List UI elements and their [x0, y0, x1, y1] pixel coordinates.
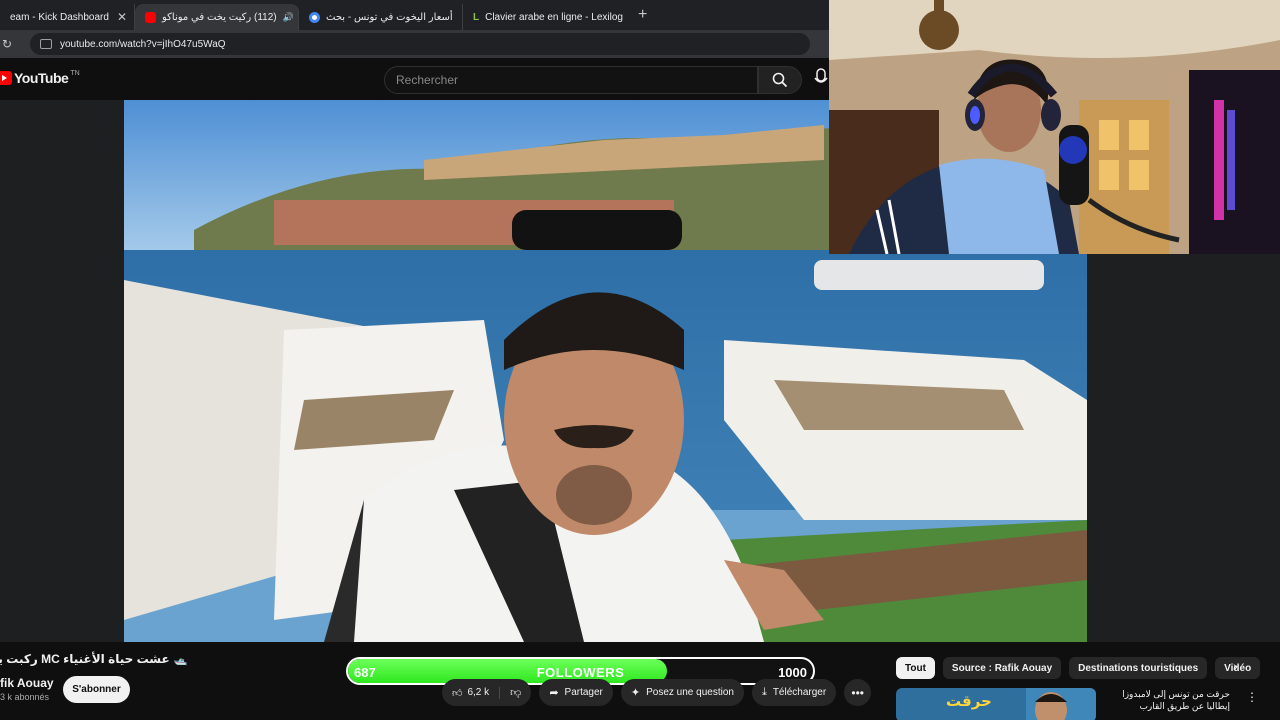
close-icon[interactable]: ✕	[109, 10, 127, 24]
google-favicon-icon	[309, 11, 320, 23]
subscriber-count: 3 k abonnés	[0, 692, 50, 702]
followers-goal: 1000	[778, 665, 807, 680]
tab-youtube-video[interactable]: (112) رکیت یخت في موناكو 🔊 ✕	[135, 4, 299, 30]
download-icon: ⤓	[761, 686, 767, 698]
recommended-video-title[interactable]: حرقت من تونس إلى لامبدوزا إيطاليا عن طري…	[1100, 688, 1230, 712]
followers-current: 687	[354, 665, 376, 680]
youtube-favicon-icon	[145, 11, 156, 23]
ask-question-label: Posez une question	[646, 687, 734, 698]
webcam-image	[829, 0, 1280, 254]
chip-source[interactable]: Source : Rafik Aouay	[942, 657, 1062, 679]
youtube-play-logo-icon	[0, 71, 12, 85]
channel-name[interactable]: fik Aouay	[0, 676, 54, 690]
like-dislike-group: 👍︎ 6,2 k 👎︎	[442, 679, 532, 706]
new-tab-button[interactable]: +	[638, 6, 647, 24]
site-settings-icon[interactable]	[40, 39, 52, 49]
tab-google-search[interactable]: أسعار اليخوت في تونس - بحث ✕	[299, 4, 463, 30]
player-background-right	[1087, 254, 1280, 642]
like-count: 6,2 k	[467, 687, 490, 698]
url-field[interactable]: youtube.com/watch?v=jIhO47u5WaQ	[30, 33, 810, 55]
subscribe-button[interactable]: S'abonner	[63, 676, 130, 703]
share-label: Partager	[564, 687, 603, 698]
tab-lexilog[interactable]: L Clavier arabe en ligne - Lexilog ✕	[463, 4, 628, 30]
chip-destinations[interactable]: Destinations touristiques	[1069, 657, 1208, 679]
close-icon[interactable]: ✕	[453, 10, 462, 24]
thumbnail-image	[1026, 688, 1096, 720]
share-button[interactable]: ➦ Partager	[539, 679, 613, 706]
close-icon[interactable]: ✕	[623, 10, 628, 24]
youtube-logo-text: YouTube	[14, 70, 69, 86]
reload-icon[interactable]: ↻	[2, 37, 18, 51]
video-title: 🛥️ عشت حياة الأغنياء MC ركبت يخت في	[0, 652, 188, 666]
chevron-right-icon[interactable]: ›	[1233, 658, 1238, 674]
tab-title: أسعار اليخوت في تونس - بحث	[326, 11, 453, 23]
recommended-video-thumbnail[interactable]: حرقت	[896, 688, 1096, 720]
sparkle-icon: ✦	[630, 687, 641, 699]
video-info-area: 🛥️ عشت حياة الأغنياء MC ركبت يخت في fik …	[0, 642, 1280, 720]
like-button[interactable]: 👍︎ 6,2 k	[442, 686, 501, 699]
more-actions-button[interactable]: •••	[844, 679, 872, 706]
recommendation-chips: Tout Source : Rafik Aouay Destinations t…	[896, 657, 1261, 679]
dislike-button[interactable]: 👎︎	[500, 686, 531, 699]
tab-title: eam - Kick Dashboard	[10, 11, 109, 23]
tab-title: (112) رکیت یخت في موناكو	[162, 11, 277, 23]
lexilog-favicon-icon: L	[473, 11, 480, 23]
tab-kick-dashboard[interactable]: eam - Kick Dashboard ✕	[0, 4, 135, 30]
player-background-left	[0, 100, 124, 642]
youtube-logo[interactable]: YouTube TN	[0, 70, 80, 86]
more-vert-icon[interactable]: ⋮	[1246, 690, 1258, 704]
video-actions: 👍︎ 6,2 k 👎︎ ➦ Partager ✦ Posez une quest…	[442, 679, 872, 706]
followers-label: FOLLOWERS	[536, 665, 625, 680]
browser-tab-strip: eam - Kick Dashboard ✕ (112) رکیت یخت في…	[0, 0, 829, 30]
thumbs-down-icon: 👎︎	[510, 687, 522, 699]
download-label: Télécharger	[772, 687, 827, 698]
thumbs-up-icon: 👍︎	[452, 687, 463, 699]
youtube-header: YouTube TN Rechercher	[0, 58, 829, 100]
screen: eam - Kick Dashboard ✕ (112) رکیت یخت في…	[0, 0, 1280, 720]
webcam-overlay	[829, 0, 1280, 254]
address-bar: ↻ youtube.com/watch?v=jIhO47u5WaQ	[0, 30, 829, 58]
search-input[interactable]: Rechercher	[384, 66, 758, 94]
search-icon	[772, 72, 788, 88]
url-text: youtube.com/watch?v=jIhO47u5WaQ	[60, 38, 226, 50]
speaker-icon[interactable]: 🔊	[283, 12, 294, 23]
search-button[interactable]	[758, 66, 802, 94]
chip-all[interactable]: Tout	[896, 657, 935, 679]
microphone-icon	[814, 68, 828, 83]
ask-question-button[interactable]: ✦ Posez une question	[620, 679, 744, 706]
download-button[interactable]: ⤓ Télécharger	[751, 679, 837, 706]
tab-title: Clavier arabe en ligne - Lexilog	[485, 11, 623, 23]
share-icon: ➦	[549, 687, 559, 699]
country-code: TN	[70, 69, 80, 77]
